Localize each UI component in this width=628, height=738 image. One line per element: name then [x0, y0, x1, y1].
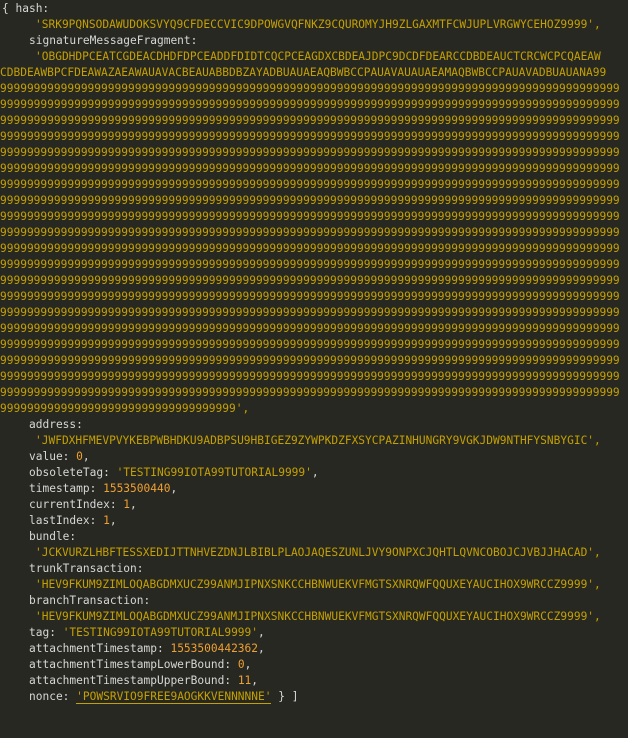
field-value: 'TESTING99IOTA99TUTORIAL9999': [116, 466, 312, 479]
signature-value-line: 9999999999999999999999999999999999999999…: [0, 258, 620, 271]
field-comma: ,: [258, 626, 265, 639]
signature-value-line: 9999999999999999999999999999999999999999…: [0, 210, 620, 223]
field-key: address:: [29, 418, 83, 431]
signature-value-last-line: 99999999999999999999999999999999999',: [0, 402, 250, 415]
field-line: lastIndex: 1,: [0, 513, 628, 529]
signature-value-line: 9999999999999999999999999999999999999999…: [0, 386, 620, 399]
field-key: bundle:: [29, 530, 77, 543]
field-value: 0: [76, 450, 83, 463]
field-line: tag: 'TESTING99IOTA99TUTORIAL9999',: [0, 625, 628, 641]
hash-value: 'SRK9PQNSODAWUDOKSVYQ9CFDECCVIC9DPOWGVQF…: [35, 18, 601, 31]
field-key: value:: [29, 450, 77, 463]
open-brace: {: [2, 2, 16, 15]
signature-value-line: 9999999999999999999999999999999999999999…: [0, 242, 620, 255]
field-value: 11: [237, 674, 252, 687]
signature-value-line: 9999999999999999999999999999999999999999…: [0, 322, 620, 335]
closing-brackets: } ]: [271, 690, 299, 703]
field-line: timestamp: 1553500440,: [0, 481, 628, 497]
signature-value-line: 9999999999999999999999999999999999999999…: [0, 370, 620, 383]
signature-value-line: 9999999999999999999999999999999999999999…: [0, 354, 620, 367]
field-key: obsoleteTag:: [29, 466, 117, 479]
signature-value-line: 9999999999999999999999999999999999999999…: [0, 274, 620, 287]
field-comma: ,: [130, 498, 137, 511]
field-key: branchTransaction:: [29, 594, 151, 607]
field-comma: ,: [244, 658, 252, 671]
signature-value-line: 9999999999999999999999999999999999999999…: [0, 146, 620, 159]
signature-value-line: 9999999999999999999999999999999999999999…: [0, 290, 620, 303]
field-line: attachmentTimestamp: 1553500442362,: [0, 641, 628, 657]
transaction-fields: address: 'JWFDXHFMEVPVYKEBPWBHDKU9ADBPSU9…: [0, 417, 628, 689]
nonce-key: nonce:: [29, 690, 77, 703]
signature-filler-block: 9999999999999999999999999999999999999999…: [0, 81, 628, 401]
field-value: 1553500442362: [170, 642, 259, 655]
field-line: value: 0,: [0, 449, 628, 465]
field-comma: ,: [82, 450, 90, 463]
signature-value-line: 9999999999999999999999999999999999999999…: [0, 114, 620, 127]
field-key: tag:: [29, 626, 63, 639]
field-value: 'JWFDXHFMEVPVYKEBPWBHDKU9ADBPSU9HBIGEZ9Z…: [35, 434, 601, 447]
signature-value-line: 'OBGDHDPCEATCGDEACDHDFDPCEADDFDIDTCQCPCE…: [35, 50, 601, 63]
signature-value-line: 9999999999999999999999999999999999999999…: [0, 98, 620, 111]
signature-value-line: 9999999999999999999999999999999999999999…: [0, 338, 620, 351]
field-key: attachmentTimestampLowerBound:: [29, 658, 238, 671]
signature-value-line: 9999999999999999999999999999999999999999…: [0, 82, 620, 95]
field-value: 1553500440: [103, 482, 171, 495]
field-key: lastIndex:: [29, 514, 104, 527]
signature-value-line: 9999999999999999999999999999999999999999…: [0, 306, 620, 319]
terminal-output: { hash: 'SRK9PQNSODAWUDOKSVYQ9CFDECCVIC9…: [0, 0, 628, 738]
field-value: 'JCKVURZLHBFTESSXEDIJTTNHVEZDNJLBIBLPLAO…: [35, 546, 601, 559]
field-value: 1: [103, 514, 110, 527]
signature-value-line: 9999999999999999999999999999999999999999…: [0, 226, 620, 239]
signature-value-line: 9999999999999999999999999999999999999999…: [0, 130, 620, 143]
field-comma: ,: [311, 466, 319, 479]
field-value: 'HEV9FKUM9ZIMLOQABGDMXUCZ99ANMJIPNXSNKCC…: [35, 610, 601, 623]
field-key: trunkTransaction:: [29, 562, 144, 575]
field-key: attachmentTimestampUpperBound:: [29, 674, 238, 687]
field-value: 0: [237, 658, 245, 671]
field-line: obsoleteTag: 'TESTING99IOTA99TUTORIAL999…: [0, 465, 628, 481]
field-comma: ,: [170, 482, 178, 495]
nonce-value: 'POWSRVIO9FREE9AOGKKVENNNNNE': [76, 690, 272, 704]
signature-value-line: 9999999999999999999999999999999999999999…: [0, 194, 620, 207]
field-comma: ,: [251, 674, 259, 687]
field-value: 'TESTING99IOTA99TUTORIAL9999': [62, 626, 259, 639]
field-key: attachmentTimestamp:: [29, 642, 171, 655]
hash-key: hash:: [15, 2, 50, 15]
signature-value-line: CDBDEAWBPCFDEAWAZAEAWAUAVACBEAUABBDBZAYA…: [0, 66, 607, 79]
field-comma: ,: [109, 514, 117, 527]
field-line: attachmentTimestampUpperBound: 11,: [0, 673, 628, 689]
field-value: 'HEV9FKUM9ZIMLOQABGDMXUCZ99ANMJIPNXSNKCC…: [35, 578, 601, 591]
field-key: timestamp:: [29, 482, 104, 495]
hash-key-line: { hash:: [0, 1, 628, 17]
nonce-line: nonce: 'POWSRVIO9FREE9AOGKKVENNNNNE' } ]: [0, 689, 628, 705]
signature-value-line: 9999999999999999999999999999999999999999…: [0, 162, 620, 175]
field-line: currentIndex: 1,: [0, 497, 628, 513]
signature-value-line: 9999999999999999999999999999999999999999…: [0, 178, 620, 191]
signature-key: signatureMessageFragment:: [29, 34, 198, 47]
field-line: attachmentTimestampLowerBound: 0,: [0, 657, 628, 673]
field-comma: ,: [258, 642, 265, 655]
field-key: currentIndex:: [29, 498, 124, 511]
